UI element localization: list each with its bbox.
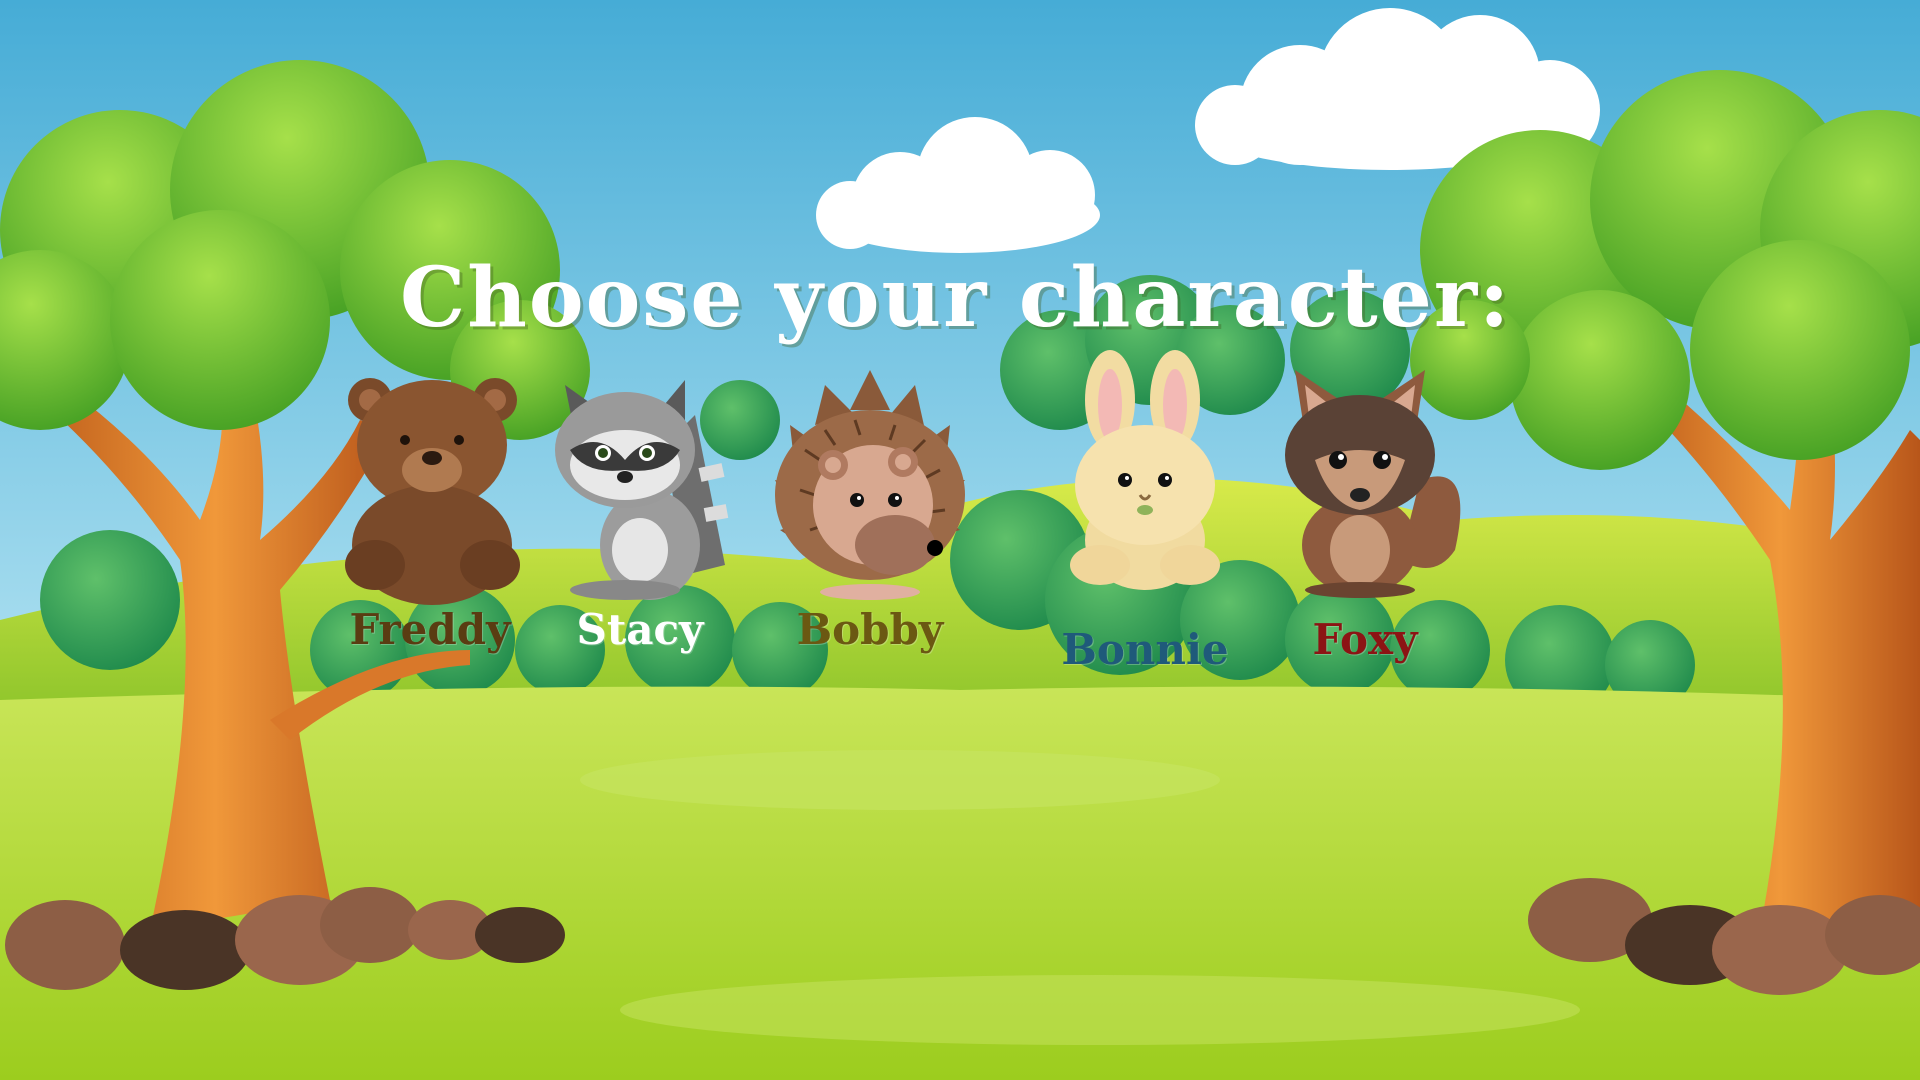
- raccoon-icon: [555, 380, 729, 600]
- character-freddy[interactable]: Freddy: [335, 370, 525, 690]
- character-name-stacy: Stacy: [576, 605, 704, 654]
- character-foxy[interactable]: Foxy: [1270, 360, 1461, 680]
- character-stacy[interactable]: Stacy: [545, 365, 735, 685]
- character-name-bonnie: Bonnie: [1061, 625, 1229, 674]
- character-bobby[interactable]: Bobby: [775, 370, 965, 690]
- character-name-bobby: Bobby: [796, 605, 944, 654]
- character-name-freddy: Freddy: [349, 605, 511, 654]
- hedgehog-icon: [775, 370, 965, 600]
- fox-icon: [1285, 370, 1461, 598]
- rabbit-icon: [1070, 350, 1220, 590]
- bear-icon: [345, 378, 520, 605]
- character-name-foxy: Foxy: [1312, 615, 1418, 664]
- page-title: Choose your character:: [400, 250, 1512, 346]
- character-bonnie[interactable]: Bonnie: [1050, 350, 1240, 675]
